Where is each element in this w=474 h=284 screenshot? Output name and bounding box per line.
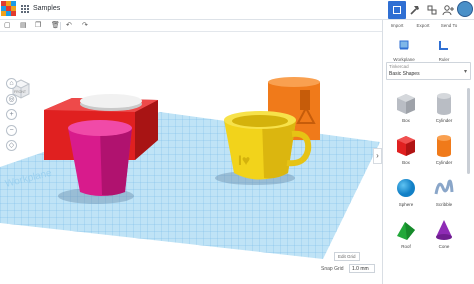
square-icon: [393, 6, 401, 14]
shape-box-red[interactable]: Box: [391, 132, 421, 165]
ruler-icon: [439, 41, 448, 50]
paste-icon[interactable]: ▤: [20, 21, 27, 31]
shape-sphere[interactable]: Sphere: [391, 174, 421, 207]
duplicate-icon[interactable]: ❐: [35, 21, 41, 31]
shape-roof[interactable]: Roof: [391, 216, 421, 249]
workplane-icon: [399, 40, 409, 50]
shape-cone[interactable]: Cone: [429, 216, 459, 249]
mug-heart-icon: I♥: [238, 152, 250, 168]
shape-cylinder-orange[interactable]: Cylinder: [429, 132, 459, 165]
shape-library-select[interactable]: Tinkercad Basic Shapes ▾: [386, 62, 471, 80]
delete-icon[interactable]: 🗑: [51, 21, 60, 31]
new-shape-icon[interactable]: ▢: [4, 21, 11, 31]
export-button[interactable]: Export: [412, 23, 434, 28]
shape-cylinder-gray[interactable]: Cylinder: [429, 90, 459, 123]
send-to-button[interactable]: Send To: [438, 23, 460, 28]
snap-grid-label: Snap Grid: [321, 266, 344, 272]
top-bar: Samples: [0, 0, 474, 20]
right-panel: Import Export Send To Workplane Ruler Ti…: [382, 20, 474, 284]
shapes-scrollbar[interactable]: [467, 88, 470, 174]
zoom-out-icon[interactable]: −: [6, 125, 17, 136]
perspective-icon[interactable]: ◇: [6, 140, 17, 151]
hammer-icon[interactable]: [406, 1, 424, 19]
collapse-panel-button[interactable]: ›: [373, 148, 382, 164]
shape-scribble[interactable]: Scribble: [429, 174, 459, 207]
workplane-canvas[interactable]: Workplane I♥ FRONT ⌂ ◎ + − ◇: [0, 33, 382, 284]
design-title[interactable]: Samples: [33, 5, 60, 12]
edit-grid-button[interactable]: Edit Grid: [334, 252, 360, 261]
chevron-down-icon: ▾: [463, 69, 467, 75]
ruler-tool[interactable]: Ruler: [433, 38, 455, 62]
user-avatar[interactable]: [457, 1, 473, 17]
fit-view-icon[interactable]: ◎: [6, 94, 17, 105]
snap-grid-select[interactable]: 1.0 mm: [349, 264, 375, 273]
edit-toolbar: ▢ ▤ ❐ 🗑 ↶ ↷: [0, 20, 382, 32]
import-button[interactable]: Import: [386, 23, 408, 28]
shape-box-gray[interactable]: Box: [391, 90, 421, 123]
dashboard-grid-icon[interactable]: [20, 4, 29, 13]
add-user-icon[interactable]: [439, 1, 457, 19]
redo-icon[interactable]: ↷: [82, 21, 88, 31]
3d-view-button[interactable]: [388, 1, 406, 19]
svg-text:FRONT: FRONT: [14, 90, 27, 94]
zoom-in-icon[interactable]: +: [6, 109, 17, 120]
workplane-tool[interactable]: Workplane: [393, 38, 415, 62]
home-view-icon[interactable]: ⌂: [6, 78, 17, 89]
undo-icon[interactable]: ↶: [66, 21, 72, 31]
tinkercad-logo[interactable]: [1, 1, 16, 16]
